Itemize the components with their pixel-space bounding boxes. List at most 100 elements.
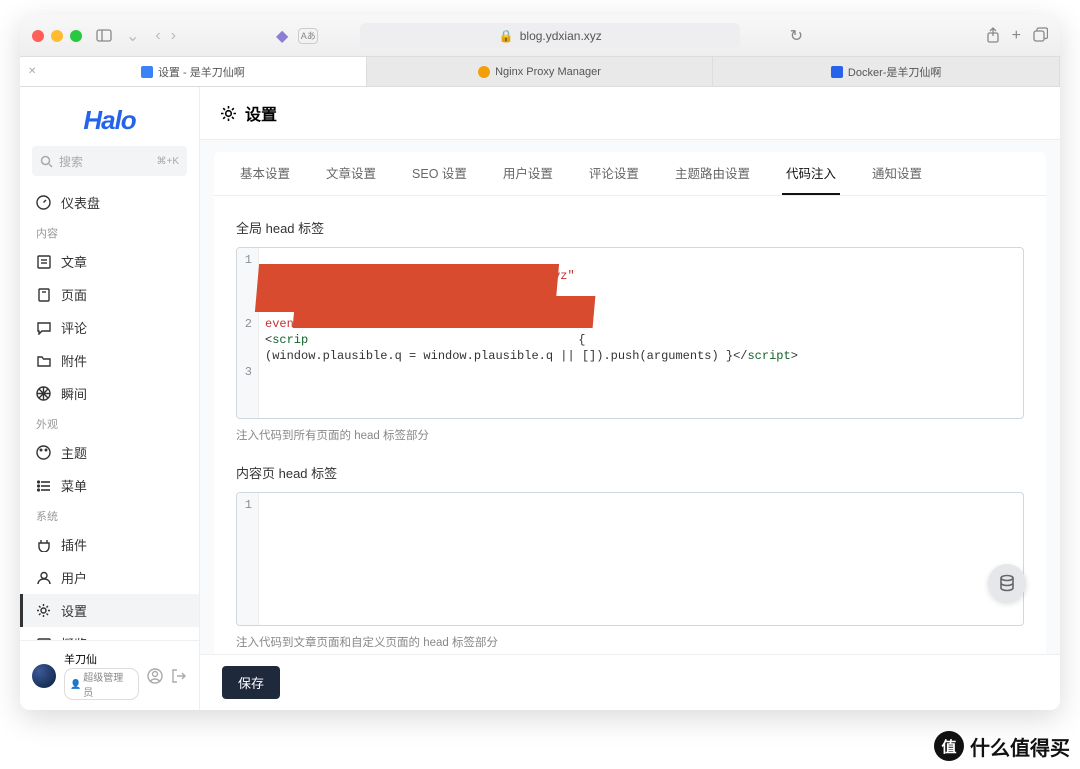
nav-group-system: 系统 <box>20 502 199 528</box>
sidebar-footer: 羊刀仙 👤超级管理员 <box>20 640 199 710</box>
browser-tabs-row: ✕ 设置 - 是羊刀仙啊 Nginx Proxy Manager Docker-… <box>20 57 1060 87</box>
sidebar: Halo 搜索 ⌘+K 仪表盘 内容 文章 页面 评论 附件 瞬间 外观 主题 … <box>20 87 200 710</box>
tab-post[interactable]: 文章设置 <box>322 152 380 195</box>
minimize-window-button[interactable] <box>51 30 63 42</box>
new-tab-icon[interactable]: + <box>1012 27 1021 45</box>
text-size-icon[interactable]: Aあ <box>298 28 318 44</box>
nav-dashboard[interactable]: 仪表盘 <box>20 186 199 219</box>
gear-icon <box>220 105 237 122</box>
nav-group-appearance: 外观 <box>20 410 199 436</box>
global-head-help: 注入代码到所有页面的 head 标签部分 <box>236 427 1024 443</box>
tab-notify[interactable]: 通知设置 <box>868 152 926 195</box>
page-header: 设置 <box>200 87 1060 140</box>
app-shell: Halo 搜索 ⌘+K 仪表盘 内容 文章 页面 评论 附件 瞬间 外观 主题 … <box>20 87 1060 710</box>
nav-posts[interactable]: 文章 <box>20 245 199 278</box>
address-bar-wrap: 🔒 blog.ydxian.xyz <box>328 23 772 49</box>
nav-moments[interactable]: 瞬间 <box>20 377 199 410</box>
reload-button[interactable]: ↻ <box>782 26 810 46</box>
save-button[interactable]: 保存 <box>222 666 280 699</box>
content-head-label: 内容页 head 标签 <box>236 463 1024 482</box>
nav-comments[interactable]: 评论 <box>20 311 199 344</box>
code-body: <script defer data-domain="blog.ydxian.x… <box>259 248 1023 418</box>
nav-themes[interactable]: 主题 <box>20 436 199 469</box>
sidebar-toggle-icon[interactable] <box>92 27 116 45</box>
close-tab-icon[interactable]: ✕ <box>28 66 36 77</box>
search-icon <box>40 155 53 168</box>
plug-icon <box>36 537 51 552</box>
form-panel: 全局 head 标签 123 <script defer data-domain… <box>214 196 1046 654</box>
nav-group-content: 内容 <box>20 219 199 245</box>
aperture-icon <box>36 386 51 401</box>
address-text: blog.ydxian.xyz <box>520 29 602 43</box>
content-head-editor[interactable]: 1 <box>236 492 1024 626</box>
browser-window: ⌄ ‹ › ◆ Aあ 🔒 blog.ydxian.xyz ↻ + ✕ 设置 - … <box>20 15 1060 710</box>
lock-icon: 🔒 <box>499 29 514 43</box>
user-name: 羊刀仙 <box>64 651 139 667</box>
maximize-window-button[interactable] <box>70 30 82 42</box>
favicon-icon <box>831 66 843 78</box>
nav-arrows: ‹ › <box>155 27 176 45</box>
nav-users[interactable]: 用户 <box>20 561 199 594</box>
comment-icon <box>36 320 51 335</box>
favicon-icon <box>478 66 490 78</box>
tab-basic[interactable]: 基本设置 <box>236 152 294 195</box>
terminal-icon <box>36 636 51 640</box>
line-gutter: 1 <box>237 493 259 625</box>
page-title: 设置 <box>245 101 277 125</box>
user-info: 羊刀仙 👤超级管理员 <box>64 651 139 700</box>
avatar[interactable] <box>32 664 56 688</box>
page-icon <box>36 287 51 302</box>
nav-overview[interactable]: 概览 <box>20 627 199 640</box>
watermark-text: 什么值得买 <box>970 732 1070 761</box>
browser-tab-2[interactable]: Docker-是羊刀仙啊 <box>713 57 1060 86</box>
user-icon <box>36 570 51 585</box>
browser-tab-1[interactable]: Nginx Proxy Manager <box>367 57 714 86</box>
tab-route[interactable]: 主题路由设置 <box>671 152 754 195</box>
post-icon <box>36 254 51 269</box>
code-body <box>259 493 1023 625</box>
nav-plugins[interactable]: 插件 <box>20 528 199 561</box>
list-icon <box>36 478 51 493</box>
gear-icon <box>36 603 51 618</box>
search-shortcut: ⌘+K <box>156 156 179 167</box>
watermark: 值 什么值得买 <box>934 731 1070 761</box>
back-button[interactable]: ‹ <box>155 27 160 45</box>
tab-user[interactable]: 用户设置 <box>499 152 557 195</box>
settings-tabs: 基本设置 文章设置 SEO 设置 用户设置 评论设置 主题路由设置 代码注入 通… <box>214 152 1046 196</box>
gauge-icon <box>36 195 51 210</box>
palette-icon <box>36 445 51 460</box>
close-window-button[interactable] <box>32 30 44 42</box>
nav-settings[interactable]: 设置 <box>20 594 199 627</box>
user-role-badge: 👤超级管理员 <box>64 668 139 700</box>
nav-pages[interactable]: 页面 <box>20 278 199 311</box>
tab-comment[interactable]: 评论设置 <box>585 152 643 195</box>
tab-seo[interactable]: SEO 设置 <box>408 152 471 195</box>
nav-menus[interactable]: 菜单 <box>20 469 199 502</box>
watermark-badge-icon: 值 <box>934 731 964 761</box>
tabs-overview-icon[interactable] <box>1033 27 1048 45</box>
tab-code-injection[interactable]: 代码注入 <box>782 152 840 195</box>
window-controls <box>32 30 82 42</box>
address-bar[interactable]: 🔒 blog.ydxian.xyz <box>360 23 740 49</box>
redacted-region <box>293 296 596 328</box>
person-icon: 👤 <box>70 679 81 690</box>
logo[interactable]: Halo <box>20 87 199 146</box>
browser-tab-0[interactable]: ✕ 设置 - 是羊刀仙啊 <box>20 57 367 86</box>
database-fab[interactable] <box>988 564 1026 602</box>
line-gutter: 123 <box>237 248 259 418</box>
titlebar: ⌄ ‹ › ◆ Aあ 🔒 blog.ydxian.xyz ↻ + <box>20 15 1060 57</box>
search-input[interactable]: 搜索 ⌘+K <box>32 146 187 176</box>
logout-icon[interactable] <box>171 668 187 684</box>
folder-icon <box>36 353 51 368</box>
ethereum-icon[interactable]: ◆ <box>276 26 288 46</box>
main-content: 设置 基本设置 文章设置 SEO 设置 用户设置 评论设置 主题路由设置 代码注… <box>200 87 1060 710</box>
footer-bar: 保存 <box>200 654 1060 710</box>
content-head-help: 注入代码到文章页面和自定义页面的 head 标签部分 <box>236 634 1024 650</box>
forward-button[interactable]: › <box>171 27 176 45</box>
nav-attachments[interactable]: 附件 <box>20 344 199 377</box>
share-icon[interactable] <box>986 27 1000 45</box>
global-head-label: 全局 head 标签 <box>236 218 1024 237</box>
global-head-editor[interactable]: 123 <script defer data-domain="blog.ydxi… <box>236 247 1024 419</box>
profile-icon[interactable] <box>147 668 163 684</box>
favicon-icon <box>141 66 153 78</box>
